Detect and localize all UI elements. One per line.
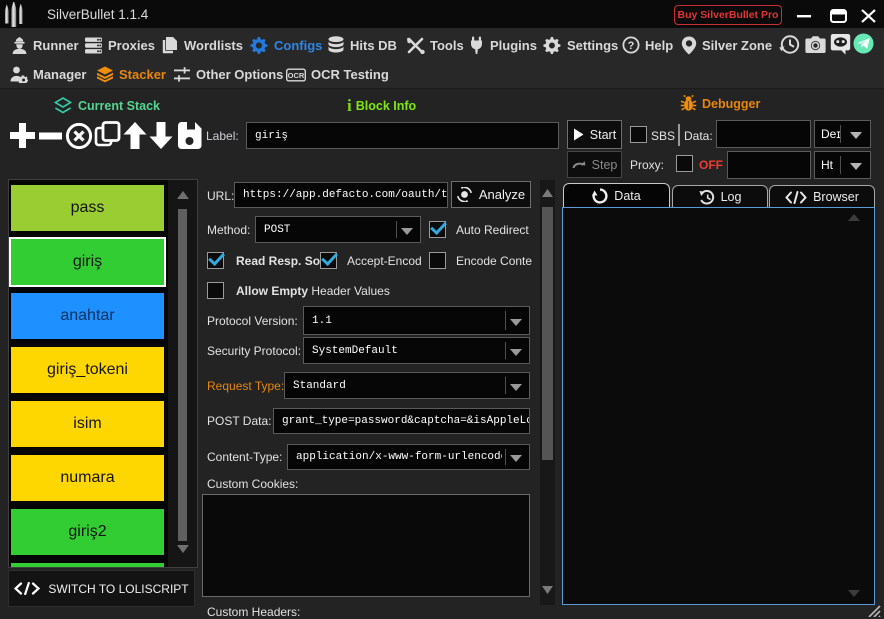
svg-text:?: ? — [628, 40, 635, 52]
svg-text:OCR: OCR — [288, 71, 305, 80]
